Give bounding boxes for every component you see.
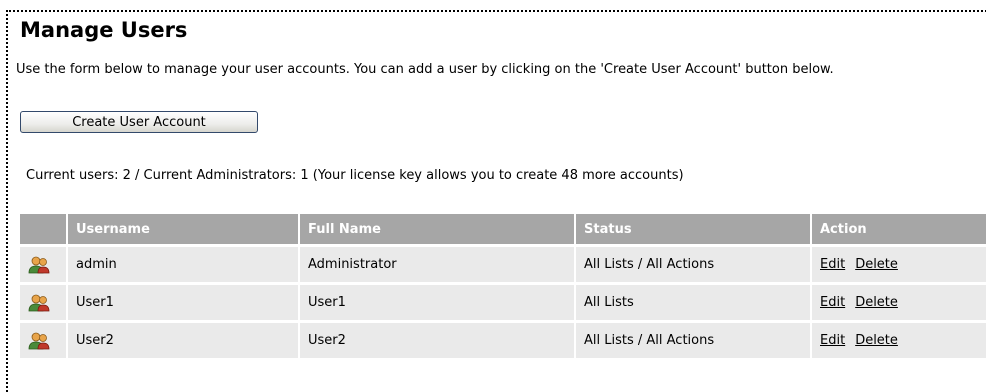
users-icon [28,332,66,350]
full-name-cell: User1 [300,282,576,320]
action-cell: Edit Delete [812,282,986,320]
action-column-header: Action [812,214,986,244]
table-row: admin Administrator All Lists / All Acti… [20,244,986,282]
username-cell: User1 [68,282,300,320]
full-name-column-header: Full Name [300,214,576,244]
full-name-cell: Administrator [300,244,576,282]
username-column-header: Username [68,214,300,244]
user-count-summary: Current users: 2 / Current Administrator… [26,168,684,183]
status-cell: All Lists [576,282,812,320]
status-cell: All Lists / All Actions [576,244,812,282]
icon-column-header [20,214,68,244]
table-row: User1 User1 All Lists Edit Delete [20,282,986,320]
users-icon [28,294,66,312]
delete-link[interactable]: Delete [855,333,898,348]
status-column-header: Status [576,214,812,244]
delete-link[interactable]: Delete [855,257,898,272]
create-user-account-button[interactable]: Create User Account [20,111,258,133]
action-cell: Edit Delete [812,320,986,358]
status-cell: All Lists / All Actions [576,320,812,358]
intro-text: Use the form below to manage your user a… [16,62,834,77]
users-icon [28,256,66,274]
edit-link[interactable]: Edit [820,257,845,272]
username-cell: admin [68,244,300,282]
edit-link[interactable]: Edit [820,295,845,310]
users-table: Username Full Name Status Action admin A… [20,214,986,358]
edit-link[interactable]: Edit [820,333,845,348]
table-header-row: Username Full Name Status Action [20,214,986,244]
action-cell: Edit Delete [812,244,986,282]
page-title: Manage Users [20,18,188,42]
delete-link[interactable]: Delete [855,295,898,310]
username-cell: User2 [68,320,300,358]
full-name-cell: User2 [300,320,576,358]
table-row: User2 User2 All Lists / All Actions Edit… [20,320,986,358]
